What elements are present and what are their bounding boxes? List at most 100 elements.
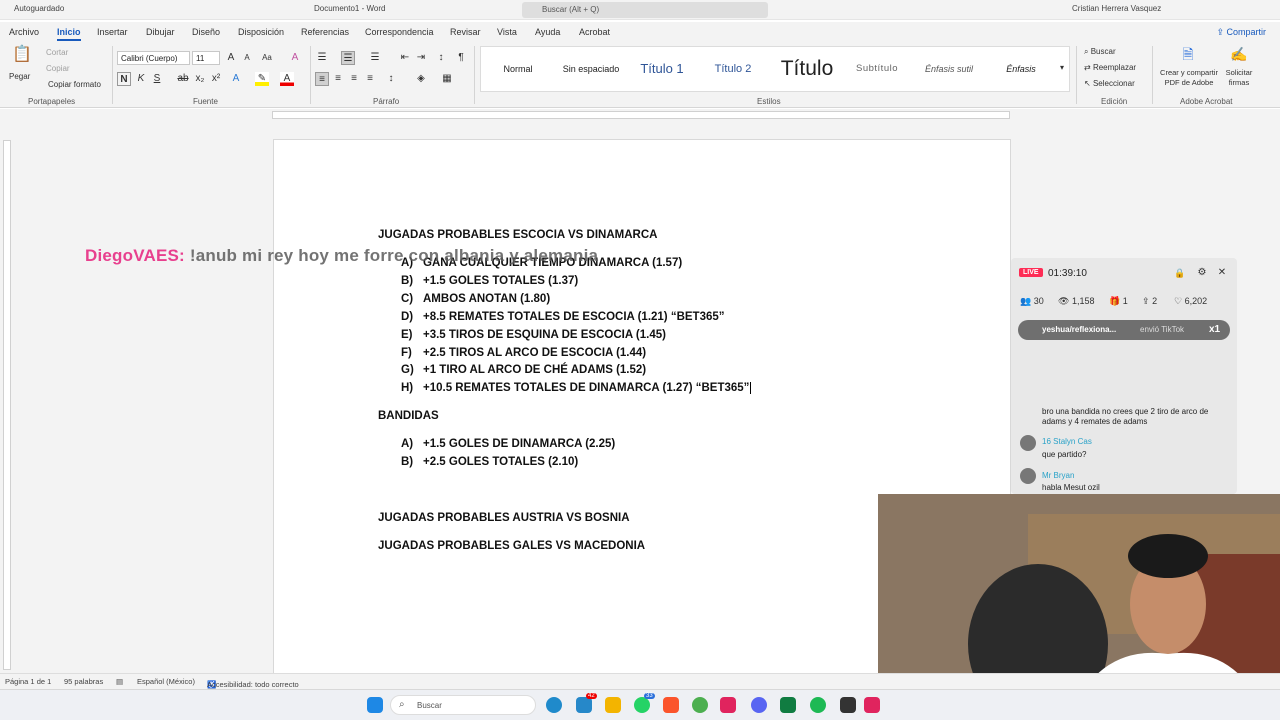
bullets-icon[interactable]: ☰ xyxy=(315,51,329,65)
borders-icon[interactable]: ▦ xyxy=(440,72,454,86)
tab-inicio[interactable]: Inicio xyxy=(57,27,81,41)
tab-vista[interactable]: Vista xyxy=(497,27,517,37)
list-item[interactable]: D) +8.5 REMATES TOTALES DE ESCOCIA (1.21)… xyxy=(401,311,725,323)
close-icon[interactable]: ✕ xyxy=(1215,266,1229,280)
styles-more-icon[interactable]: ▾ xyxy=(1055,61,1069,75)
superscript-icon[interactable]: x² xyxy=(209,72,223,86)
typora-icon[interactable] xyxy=(720,697,736,713)
tiktok-icon[interactable] xyxy=(864,697,880,713)
pilcrow-icon[interactable]: ¶ xyxy=(454,51,468,65)
tab-diseno[interactable]: Diseño xyxy=(192,27,220,37)
proofing-icon[interactable]: ▤ xyxy=(116,677,123,686)
tab-disposicion[interactable]: Disposición xyxy=(238,27,284,37)
obs-icon[interactable] xyxy=(840,697,856,713)
heading-bandidas[interactable]: BANDIDAS xyxy=(378,410,439,422)
discord-icon[interactable] xyxy=(751,697,767,713)
tab-revisar[interactable]: Revisar xyxy=(450,27,481,37)
whatsapp-icon[interactable] xyxy=(634,697,650,713)
tab-acrobat[interactable]: Acrobat xyxy=(579,27,610,37)
tab-archivo[interactable]: Archivo xyxy=(9,27,39,37)
tab-insertar[interactable]: Insertar xyxy=(97,27,128,37)
copy-button[interactable]: Copiar xyxy=(46,64,70,73)
list-item[interactable]: C) AMBOS ANOTAN (1.80) xyxy=(401,293,550,305)
chat-username[interactable]: Mr Bryan xyxy=(1042,471,1074,480)
style-heading2[interactable]: Título 2 xyxy=(703,47,763,91)
align-center-icon[interactable]: ≡ xyxy=(331,72,345,86)
style-subtitle[interactable]: Subtítulo xyxy=(847,47,907,91)
bold-icon[interactable]: N xyxy=(117,72,131,86)
calculator-icon[interactable] xyxy=(780,697,796,713)
tab-dibujar[interactable]: Dibujar xyxy=(146,27,175,37)
request-signatures-button[interactable]: Solicitar firmas xyxy=(1222,68,1256,88)
shrink-font-icon[interactable]: A xyxy=(240,51,254,65)
increase-indent-icon[interactable]: ⇥ xyxy=(414,51,428,65)
replace-button[interactable]: ⇄ Reemplazar xyxy=(1084,63,1136,72)
chrome-icon[interactable] xyxy=(692,697,708,713)
list-item[interactable]: H) +10.5 REMATES TOTALES DE DINAMARCA (1.… xyxy=(401,382,752,394)
style-no-spacing[interactable]: Sin espaciado xyxy=(555,47,627,91)
highlight-icon[interactable]: ✎ xyxy=(255,72,269,86)
font-color-icon[interactable]: A xyxy=(280,72,294,86)
list-item[interactable]: A) +1.5 GOLES DE DINAMARCA (2.25) xyxy=(401,438,615,450)
tab-ayuda[interactable]: Ayuda xyxy=(535,27,560,37)
decrease-indent-icon[interactable]: ⇤ xyxy=(398,51,412,65)
sign-icon[interactable]: ✍ xyxy=(1230,47,1247,61)
style-subtle-emphasis[interactable]: Énfasis sutil xyxy=(917,47,981,91)
heading-gales-macedonia[interactable]: JUGADAS PROBABLES GALES VS MACEDONIA xyxy=(378,540,645,552)
paste-icon[interactable]: 📋 xyxy=(12,47,32,68)
search-box[interactable]: Buscar (Alt + Q) xyxy=(522,2,768,18)
tab-referencias[interactable]: Referencias xyxy=(301,27,349,37)
font-name-select[interactable]: Calibri (Cuerpo) xyxy=(117,51,190,65)
style-heading1[interactable]: Título 1 xyxy=(631,47,693,91)
share-button[interactable]: ⇪ Compartir xyxy=(1216,27,1266,38)
format-painter-button[interactable]: Copiar formato xyxy=(48,80,101,89)
list-item[interactable]: B) +1.5 GOLES TOTALES (1.37) xyxy=(401,275,578,287)
avatar[interactable] xyxy=(1020,468,1036,484)
edge-icon[interactable] xyxy=(546,697,562,713)
cut-button[interactable]: Cortar xyxy=(46,48,68,57)
language[interactable]: Español (México) xyxy=(137,677,195,686)
align-left-icon[interactable]: ≡ xyxy=(315,72,329,86)
style-emphasis[interactable]: Énfasis xyxy=(991,47,1051,91)
ruler-bar[interactable] xyxy=(272,111,1010,119)
file-explorer-icon[interactable] xyxy=(605,697,621,713)
telegram-icon[interactable] xyxy=(576,697,592,713)
sort-icon[interactable]: ↕ xyxy=(434,51,448,65)
italic-icon[interactable]: K xyxy=(134,72,148,86)
text-effects-icon[interactable]: A xyxy=(229,72,243,86)
paste-button[interactable]: Pegar xyxy=(9,72,30,81)
list-item[interactable]: B) +2.5 GOLES TOTALES (2.10) xyxy=(401,456,578,468)
page-count[interactable]: Página 1 de 1 xyxy=(5,677,51,686)
numbering-icon[interactable]: ☰ xyxy=(341,51,355,65)
change-case-icon[interactable]: Aa xyxy=(260,51,274,65)
pdf-icon[interactable]: 🗎 xyxy=(1181,47,1195,61)
windows-start-icon[interactable] xyxy=(367,697,383,713)
settings-icon[interactable]: ⚙ xyxy=(1195,266,1209,280)
subscript-icon[interactable]: x₂ xyxy=(193,72,207,86)
user-name[interactable]: Cristian Herrera Vasquez xyxy=(1072,4,1161,13)
lock-icon[interactable]: 🔒 xyxy=(1173,266,1187,280)
list-item[interactable]: F) +2.5 TIROS AL ARCO DE ESCOCIA (1.44) xyxy=(401,347,646,359)
underline-icon[interactable]: S xyxy=(150,72,164,86)
list-item[interactable]: G) +1 TIRO AL ARCO DE CHÉ ADAMS (1.52) xyxy=(401,364,646,376)
brave-icon[interactable] xyxy=(663,697,679,713)
list-item[interactable]: E) +3.5 TIROS DE ESQUINA DE ESCOCIA (1.45… xyxy=(401,329,666,341)
spotify-icon[interactable] xyxy=(810,697,826,713)
strikethrough-icon[interactable]: ab xyxy=(176,72,190,86)
chat-user[interactable]: 16 Stalyn Cas xyxy=(1042,437,1092,446)
style-title[interactable]: Título xyxy=(771,47,843,91)
align-right-icon[interactable]: ≡ xyxy=(347,72,361,86)
taskbar-search[interactable]: ⌕ Buscar xyxy=(390,695,536,715)
clear-format-icon[interactable]: A xyxy=(288,51,302,65)
tab-correspondencia[interactable]: Correspondencia xyxy=(365,27,434,37)
select-button[interactable]: ↖ Seleccionar xyxy=(1084,79,1135,88)
word-count[interactable]: 95 palabras xyxy=(64,677,103,686)
shading-icon[interactable]: ◈ xyxy=(414,72,428,86)
avatar[interactable] xyxy=(1020,435,1036,451)
multilevel-list-icon[interactable]: ☰ xyxy=(368,51,382,65)
heading-austria-bosnia[interactable]: JUGADAS PROBABLES AUSTRIA VS BOSNIA xyxy=(378,512,630,524)
grow-font-icon[interactable]: A xyxy=(224,51,238,65)
justify-icon[interactable]: ≡ xyxy=(363,72,377,86)
heading-escocia-dinamarca[interactable]: JUGADAS PROBABLES ESCOCIA VS DINAMARCA xyxy=(378,229,657,241)
find-button[interactable]: ⌕ Buscar xyxy=(1084,47,1116,57)
